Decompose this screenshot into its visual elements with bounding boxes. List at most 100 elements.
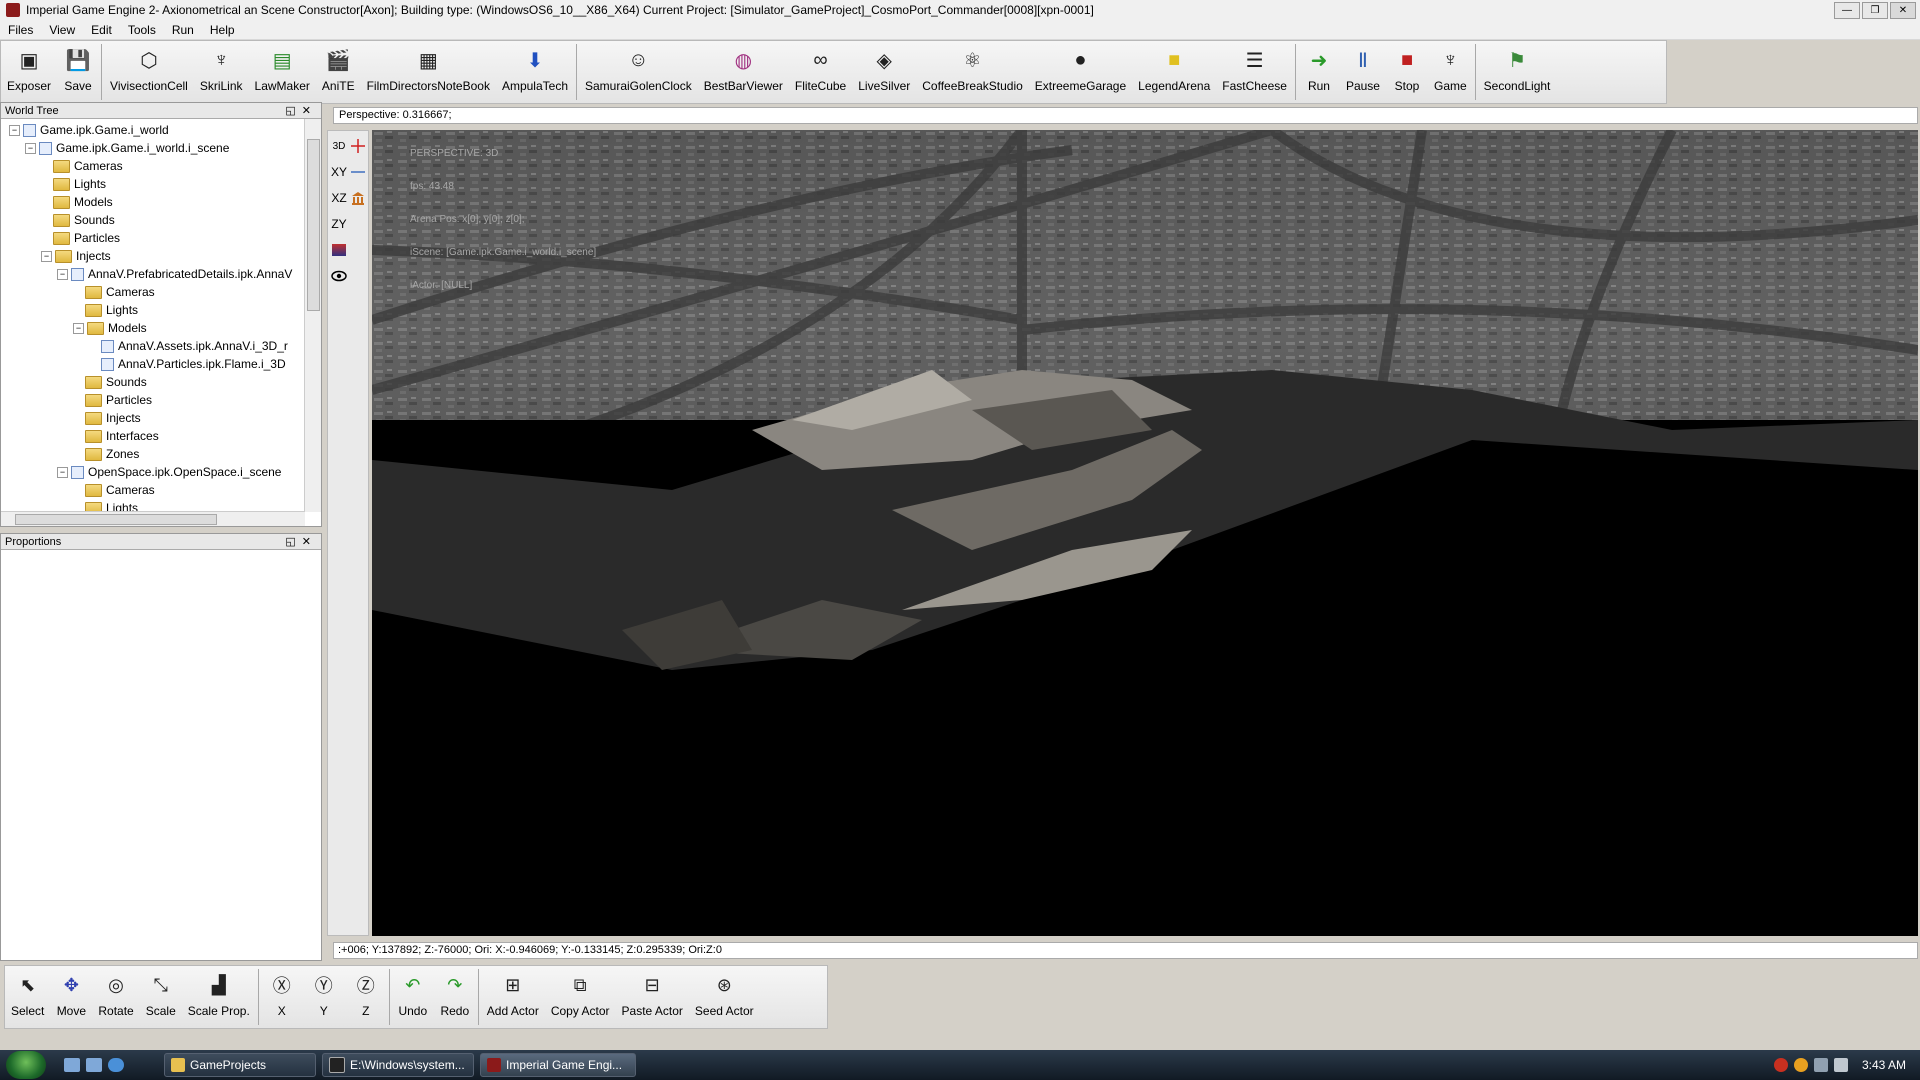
network-icon[interactable] (1813, 1058, 1828, 1072)
tree-node[interactable]: Particles (73, 391, 152, 409)
toolbar-vivisectioncell-button[interactable]: ⬡ VivisectionCell (104, 41, 194, 99)
toolbar-filmdirectorsnotebook-button[interactable]: ▦ FilmDirectorsNoteBook (361, 41, 496, 99)
toolbar-secondlight-button[interactable]: ⚑ SecondLight (1478, 41, 1557, 99)
task-imperial-game-engine[interactable]: Imperial Game Engi... (480, 1053, 636, 1077)
view-xy-button[interactable]: XY (330, 161, 348, 183)
tool-copy-actor-button[interactable]: ⧉ Copy Actor (545, 966, 616, 1024)
task-gameprojects[interactable]: GameProjects (164, 1053, 316, 1077)
3d-viewport[interactable]: PERSPECTIVE: 3D fps: 43.48 Arena Pos: x[… (372, 130, 1918, 936)
close-panel-icon[interactable]: ✕ (302, 105, 317, 117)
tool-scale-prop-button[interactable]: ▟ Scale Prop. (182, 966, 256, 1024)
menu-run[interactable]: Run (164, 23, 202, 37)
tool-select-button[interactable]: ⬉ Select (5, 966, 50, 1024)
tool-redo-button[interactable]: ↷ Redo (434, 966, 476, 1024)
tree-node[interactable]: AnnaV.Assets.ipk.AnnaV.i_3D_r (89, 337, 288, 355)
tree-node[interactable]: Cameras (73, 283, 155, 301)
warning-icon[interactable] (1793, 1058, 1808, 1072)
collapse-toggle-icon[interactable]: − (9, 124, 20, 136)
view-3d-button[interactable]: 3D (330, 135, 348, 157)
menu-files[interactable]: Files (0, 23, 41, 37)
float-panel-icon[interactable]: ◱ (285, 105, 301, 117)
toolbar-skrilink-button[interactable]: ♆ SkriLink (194, 41, 249, 99)
view-xz-button[interactable]: XZ (330, 187, 348, 209)
toolbar-fastcheese-button[interactable]: ☰ FastCheese (1216, 41, 1293, 99)
tool-seed-actor-button[interactable]: ⊛ Seed Actor (689, 966, 760, 1024)
tree-node[interactable]: − Models (73, 319, 147, 337)
tree-node[interactable]: − Game.ipk.Game.i_world (9, 121, 169, 139)
perspective-field[interactable]: Perspective: 0.316667; (333, 107, 1918, 124)
tree-node[interactable]: Cameras (41, 157, 123, 175)
tree-node[interactable]: Injects (73, 409, 141, 427)
tool-scale-button[interactable]: ⤡ Scale (140, 966, 182, 1024)
crosshair-icon[interactable] (350, 135, 366, 157)
toolbar-legendarena-button[interactable]: ■ LegendArena (1132, 41, 1216, 99)
tree-horizontal-scrollbar[interactable] (1, 511, 305, 526)
collapse-toggle-icon[interactable]: − (57, 466, 68, 478)
tree-node[interactable]: Models (41, 193, 113, 211)
maximize-button[interactable]: ❐ (1862, 2, 1888, 19)
color-swatch-icon[interactable] (330, 239, 348, 261)
tree-node[interactable]: − Game.ipk.Game.i_world.i_scene (25, 139, 229, 157)
tree-node[interactable]: Lights (73, 301, 138, 319)
tree-node[interactable]: Interfaces (73, 427, 159, 445)
show-desktop-icon[interactable] (64, 1058, 80, 1072)
toolbar-flitecube-button[interactable]: ∞ FliteCube (789, 41, 852, 99)
toolbar-game-button[interactable]: ♆ Game (1428, 41, 1473, 99)
clock[interactable]: 3:43 AM (1862, 1058, 1906, 1072)
menu-view[interactable]: View (41, 23, 83, 37)
toolbar-pause-button[interactable]: Ⅱ Pause (1340, 41, 1386, 99)
tree-node[interactable]: Lights (41, 175, 106, 193)
toolbar-stop-button[interactable]: ■ Stop (1386, 41, 1428, 99)
toolbar-livesilver-button[interactable]: ◈ LiveSilver (852, 41, 916, 99)
tool-undo-button[interactable]: ↶ Undo (392, 966, 434, 1024)
tool-add-actor-button[interactable]: ⊞ Add Actor (481, 966, 545, 1024)
tree-node[interactable]: Cameras (73, 481, 155, 499)
tool-z-button[interactable]: Ⓩ Z (345, 966, 387, 1024)
tool-move-button[interactable]: ✥ Move (50, 966, 92, 1024)
alert-icon[interactable] (1773, 1058, 1788, 1072)
toolbar-bestbarviewer-button[interactable]: ◍ BestBarViewer (698, 41, 789, 99)
toolbar-ampulatech-button[interactable]: ⬇ AmpulaTech (496, 41, 574, 99)
volume-icon[interactable] (1833, 1058, 1848, 1072)
toolbar-coffeebreakstudio-button[interactable]: ⚛ CoffeeBreakStudio (916, 41, 1029, 99)
tree-node[interactable]: AnnaV.Particles.ipk.Flame.i_3D (89, 355, 286, 373)
menu-help[interactable]: Help (202, 23, 243, 37)
eye-icon[interactable] (330, 265, 348, 287)
toolbar-extreemegarage-button[interactable]: ● ExtreemeGarage (1029, 41, 1132, 99)
building-icon[interactable] (350, 187, 366, 209)
tree-node[interactable]: Zones (73, 445, 139, 463)
tree-node[interactable]: − AnnaV.PrefabricatedDetails.ipk.AnnaV (57, 265, 292, 283)
close-panel-icon[interactable]: ✕ (302, 536, 317, 548)
tree-node[interactable]: Particles (41, 229, 120, 247)
tree-node[interactable]: Sounds (41, 211, 115, 229)
collapse-toggle-icon[interactable]: − (25, 142, 36, 154)
tool-x-button[interactable]: Ⓧ X (261, 966, 303, 1024)
browser-icon[interactable] (108, 1058, 124, 1072)
minimize-button[interactable]: — (1834, 2, 1860, 19)
tree-node[interactable]: Sounds (73, 373, 147, 391)
toolbar-save-button[interactable]: 💾 Save (57, 41, 99, 99)
menu-tools[interactable]: Tools (120, 23, 164, 37)
tree-vertical-scrollbar[interactable] (304, 119, 321, 512)
toolbar-lawmaker-button[interactable]: ▤ LawMaker (249, 41, 316, 99)
start-button[interactable] (6, 1051, 46, 1079)
tree-node[interactable]: − OpenSpace.ipk.OpenSpace.i_scene (57, 463, 281, 481)
grid-line-icon[interactable] (350, 161, 366, 183)
toolbar-anite-button[interactable]: 🎬 AniTE (316, 41, 361, 99)
collapse-toggle-icon[interactable]: − (41, 250, 52, 262)
collapse-toggle-icon[interactable]: − (73, 322, 84, 334)
view-zy-button[interactable]: ZY (330, 213, 348, 235)
tree-node[interactable]: − Injects (41, 247, 111, 265)
toolbar-samuraigolenclock-button[interactable]: ☺ SamuraiGolenClock (579, 41, 698, 99)
toolbar-exposer-button[interactable]: ▣ Exposer (1, 41, 57, 99)
float-panel-icon[interactable]: ◱ (285, 536, 301, 548)
collapse-toggle-icon[interactable]: − (57, 268, 68, 280)
toolbar-run-button[interactable]: ➜ Run (1298, 41, 1340, 99)
tool-paste-actor-button[interactable]: ⊟ Paste Actor (616, 966, 689, 1024)
switch-windows-icon[interactable] (86, 1058, 102, 1072)
close-button[interactable]: ✕ (1890, 2, 1916, 19)
tool-rotate-button[interactable]: ◎ Rotate (92, 966, 139, 1024)
tool-y-button[interactable]: Ⓨ Y (303, 966, 345, 1024)
task-cmd[interactable]: E:\Windows\system... (322, 1053, 474, 1077)
menu-edit[interactable]: Edit (83, 23, 120, 37)
